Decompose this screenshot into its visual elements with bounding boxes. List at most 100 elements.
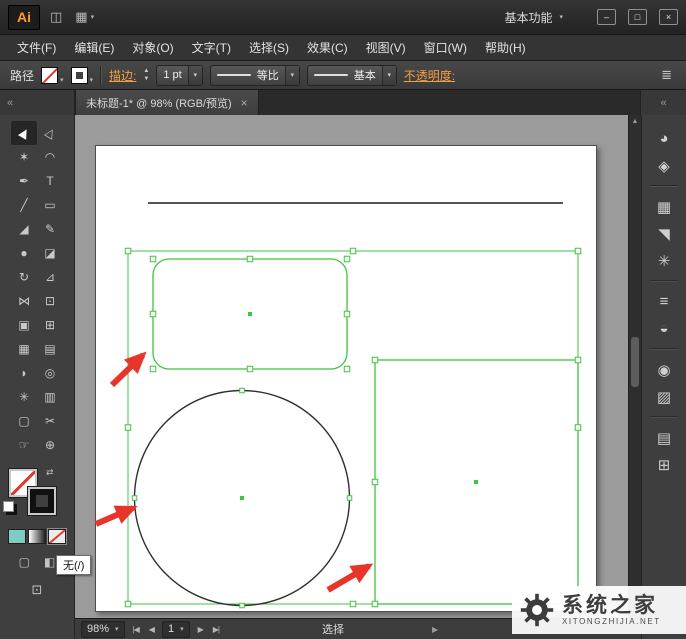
symbol-sprayer-tool[interactable]: ✳ (11, 385, 37, 409)
anchor-point[interactable] (149, 365, 157, 373)
scroll-up-icon[interactable]: ▲ (629, 115, 641, 128)
graphic-styles-icon[interactable]: ▨ (649, 383, 679, 410)
stroke-color-button[interactable]: ▾ (70, 66, 93, 84)
free-transform-tool[interactable]: ⊡ (37, 289, 63, 313)
anchor-point[interactable] (246, 255, 254, 263)
anchor-point[interactable] (343, 255, 351, 263)
document-tab[interactable]: 未标题-1* @ 98% (RGB/预览) × (75, 90, 259, 115)
color-button[interactable] (8, 529, 26, 544)
column-graph-tool[interactable]: ▥ (37, 385, 63, 409)
menu-effect[interactable]: 效果(C) (298, 35, 357, 60)
symbols-icon[interactable]: ✳ (649, 247, 679, 274)
paintbrush-tool[interactable]: ◢ (11, 217, 37, 241)
line-tool[interactable]: ╱ (11, 193, 37, 217)
swap-fill-stroke-icon[interactable]: ⇄ (46, 467, 54, 478)
color-guide-icon[interactable]: ◈ (649, 152, 679, 179)
anchor-point[interactable] (343, 365, 351, 373)
gradient-button[interactable] (28, 529, 46, 544)
arrange-documents-button[interactable]: ▦ ▾ (72, 7, 97, 27)
menu-edit[interactable]: 编辑(E) (65, 35, 123, 60)
scroll-right-icon[interactable]: ▶ (432, 625, 438, 634)
draw-normal-icon[interactable]: ▢ (19, 555, 30, 569)
width-tool[interactable]: ⋈ (11, 289, 37, 313)
anchor-point[interactable] (371, 478, 379, 486)
selection-bounding-box[interactable] (127, 250, 579, 605)
scrollbar-thumb[interactable] (631, 337, 639, 387)
menu-window[interactable]: 窗口(W) (415, 35, 476, 60)
artboard-navigation-select[interactable]: 1 ▾ (161, 620, 190, 638)
anchor-point[interactable] (574, 356, 582, 364)
workspace-switcher[interactable]: 基本功能 ▾ (496, 7, 571, 28)
anchor-point[interactable] (149, 310, 157, 318)
screen-mode-button[interactable]: ⊡ (0, 582, 74, 598)
perspective-grid-tool[interactable]: ⊞ (37, 313, 63, 337)
anchor-point[interactable] (371, 600, 379, 608)
eyedropper-tool[interactable]: ◗ (11, 361, 37, 385)
anchor-point[interactable] (131, 495, 138, 501)
selection-tool[interactable]: ▶ (11, 121, 37, 145)
selection-handle[interactable] (124, 247, 132, 255)
anchor-point[interactable] (239, 387, 245, 394)
magic-wand-tool[interactable]: ✶ (11, 145, 37, 169)
artboards-icon[interactable]: ⊞ (649, 451, 679, 478)
color-panel-icon[interactable]: ◕ (649, 125, 679, 152)
type-tool[interactable]: T (37, 169, 63, 193)
direct-selection-tool[interactable]: ▷ (37, 121, 63, 145)
anchor-point[interactable] (246, 365, 254, 373)
stroke-weight-select[interactable]: 1 pt ▾ (156, 64, 203, 86)
rectangle-tool[interactable]: ▭ (37, 193, 63, 217)
collapse-chevrons-icon[interactable]: « (660, 97, 666, 109)
blend-tool[interactable]: ◎ (37, 361, 63, 385)
selection-handle[interactable] (574, 424, 582, 431)
default-fill-stroke-icon[interactable] (3, 501, 14, 512)
blob-brush-tool[interactable]: ● (11, 241, 37, 265)
anchor-point[interactable] (239, 602, 245, 609)
first-artboard-button[interactable]: |◀ (131, 625, 141, 634)
tab-close-icon[interactable]: × (241, 96, 248, 110)
menu-help[interactable]: 帮助(H) (476, 35, 535, 60)
brushes-icon[interactable]: ◥ (649, 220, 679, 247)
canvas-area[interactable] (75, 115, 628, 618)
next-artboard-button[interactable]: ▶ (196, 625, 205, 634)
zoom-level-select[interactable]: 98% ▾ (81, 620, 125, 638)
artboard-tool[interactable]: ▢ (11, 409, 37, 433)
scale-tool[interactable]: ⊿ (37, 265, 63, 289)
layers-icon[interactable]: ▤ (649, 424, 679, 451)
stroke-panel-link[interactable]: 描边: (109, 67, 136, 84)
swatches-icon[interactable]: ▦ (649, 193, 679, 220)
lasso-tool[interactable]: ◠ (37, 145, 63, 169)
anchor-point[interactable] (149, 255, 157, 263)
selection-handle[interactable] (124, 600, 132, 608)
menu-file[interactable]: 文件(F) (8, 35, 65, 60)
shape-builder-tool[interactable]: ▣ (11, 313, 37, 337)
fill-color-button[interactable]: ▾ (41, 66, 64, 84)
menu-view[interactable]: 视图(V) (357, 35, 415, 60)
draw-behind-icon[interactable]: ◧ (44, 555, 55, 569)
transparency-icon[interactable]: ◒ (649, 315, 679, 342)
slice-tool[interactable]: ✂ (37, 409, 63, 433)
appearance-icon[interactable]: ◉ (649, 356, 679, 383)
opacity-panel-link[interactable]: 不透明度: (404, 67, 455, 84)
stroke-weight-stepper[interactable]: ▲ ▼ (143, 68, 149, 82)
vertical-scrollbar[interactable]: ▲ ▼ (628, 115, 641, 618)
last-artboard-button[interactable]: ▶| (211, 625, 221, 634)
minimize-button[interactable]: – (597, 9, 616, 25)
stroke-swatch[interactable] (28, 487, 56, 515)
gradient-tool[interactable]: ▤ (37, 337, 63, 361)
close-button[interactable]: × (659, 9, 678, 25)
selection-handle[interactable] (124, 424, 132, 431)
selection-handle[interactable] (349, 247, 357, 255)
eraser-tool[interactable]: ◪ (37, 241, 63, 265)
anchor-point[interactable] (346, 495, 353, 501)
launch-bridge-button[interactable]: ◫ (47, 7, 65, 27)
rotate-tool[interactable]: ↻ (11, 265, 37, 289)
selection-handle[interactable] (349, 600, 357, 608)
control-panel-menu-icon[interactable]: ≣ (661, 67, 676, 83)
pencil-tool[interactable]: ✎ (37, 217, 63, 241)
none-button[interactable] (48, 529, 66, 544)
mesh-tool[interactable]: ▦ (11, 337, 37, 361)
menu-select[interactable]: 选择(S) (240, 35, 298, 60)
stroke-panel-icon[interactable]: ≡ (649, 288, 679, 315)
collapse-chevrons-icon[interactable]: « (7, 97, 13, 109)
width-profile-select[interactable]: 等比 ▾ (209, 64, 300, 86)
